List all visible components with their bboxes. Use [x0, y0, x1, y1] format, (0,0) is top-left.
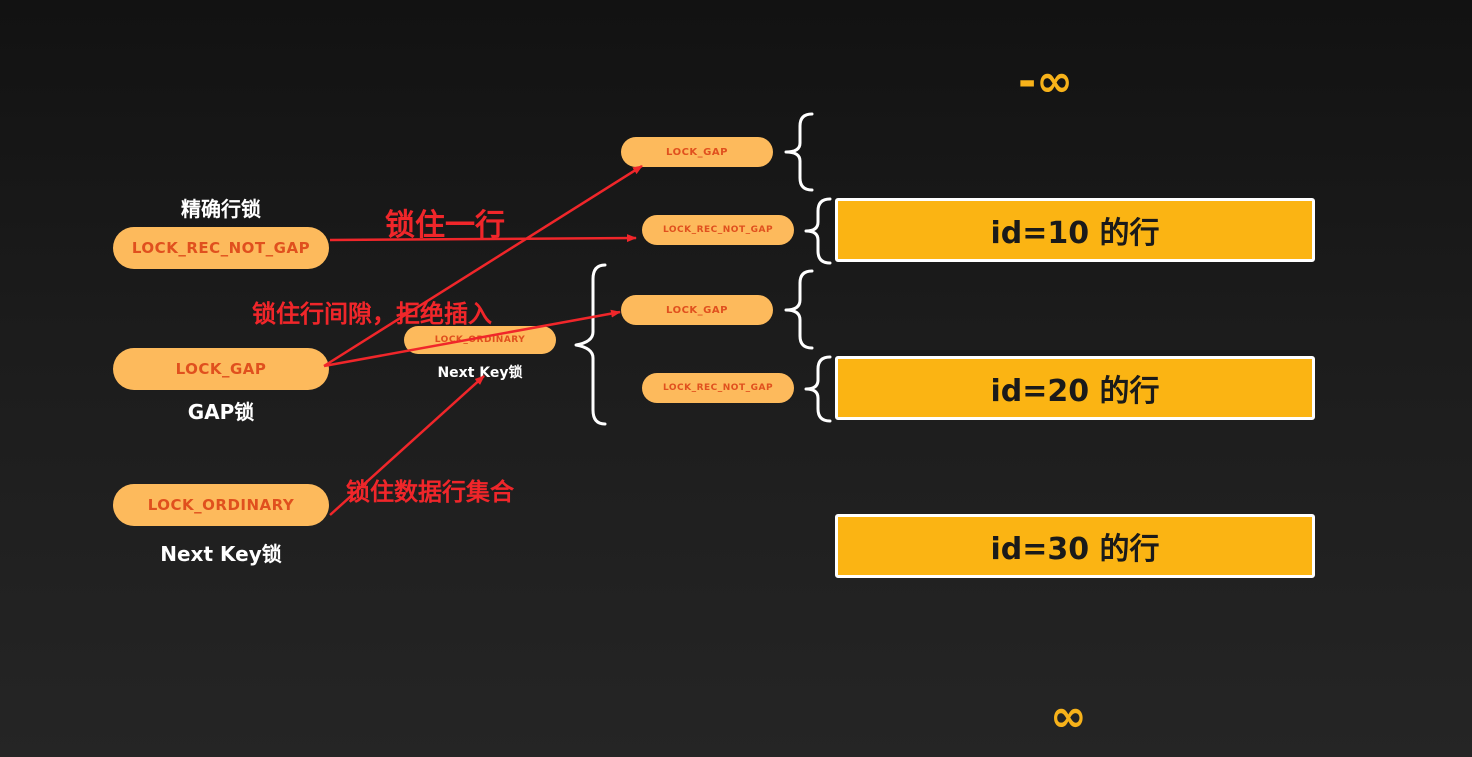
lock-rec-not-gap-legend-pill: LOCK_REC_NOT_GAP — [113, 227, 329, 269]
brace-rec-10 — [804, 197, 832, 265]
lock-rec-not-gap-pill-1: LOCK_REC_NOT_GAP — [642, 215, 794, 245]
annotation-lock-gap-reject-insert: 锁住行间隙，拒绝插入 — [252, 300, 492, 328]
negative-infinity-label: -∞ — [1018, 56, 1073, 107]
annotation-lock-one-row: 锁住一行 — [385, 208, 505, 243]
brace-rec-20 — [804, 355, 832, 423]
row-id-20: id=20 的行 — [835, 356, 1315, 420]
brace-gap-top — [784, 112, 814, 192]
exact-row-lock-caption: 精确行锁 — [181, 197, 261, 221]
brace-gap-middle — [784, 269, 814, 350]
brace-next-key-large — [574, 263, 607, 426]
lock-gap-pill-top: LOCK_GAP — [621, 137, 773, 167]
lock-rec-not-gap-pill-2: LOCK_REC_NOT_GAP — [642, 373, 794, 403]
row-id-10: id=10 的行 — [835, 198, 1315, 262]
next-key-lock-caption: Next Key锁 — [160, 542, 282, 566]
lock-ordinary-small-pill: LOCK_ORDINARY — [404, 326, 556, 354]
positive-infinity-label: ∞ — [1050, 691, 1087, 742]
lock-gap-pill-middle: LOCK_GAP — [621, 295, 773, 325]
gap-lock-caption: GAP锁 — [187, 400, 255, 424]
row-id-30: id=30 的行 — [835, 514, 1315, 578]
lock-ordinary-legend-pill: LOCK_ORDINARY — [113, 484, 329, 526]
next-key-small-caption: Next Key锁 — [437, 365, 523, 381]
annotation-lock-row-set: 锁住数据行集合 — [346, 478, 514, 506]
lock-gap-legend-pill: LOCK_GAP — [113, 348, 329, 390]
